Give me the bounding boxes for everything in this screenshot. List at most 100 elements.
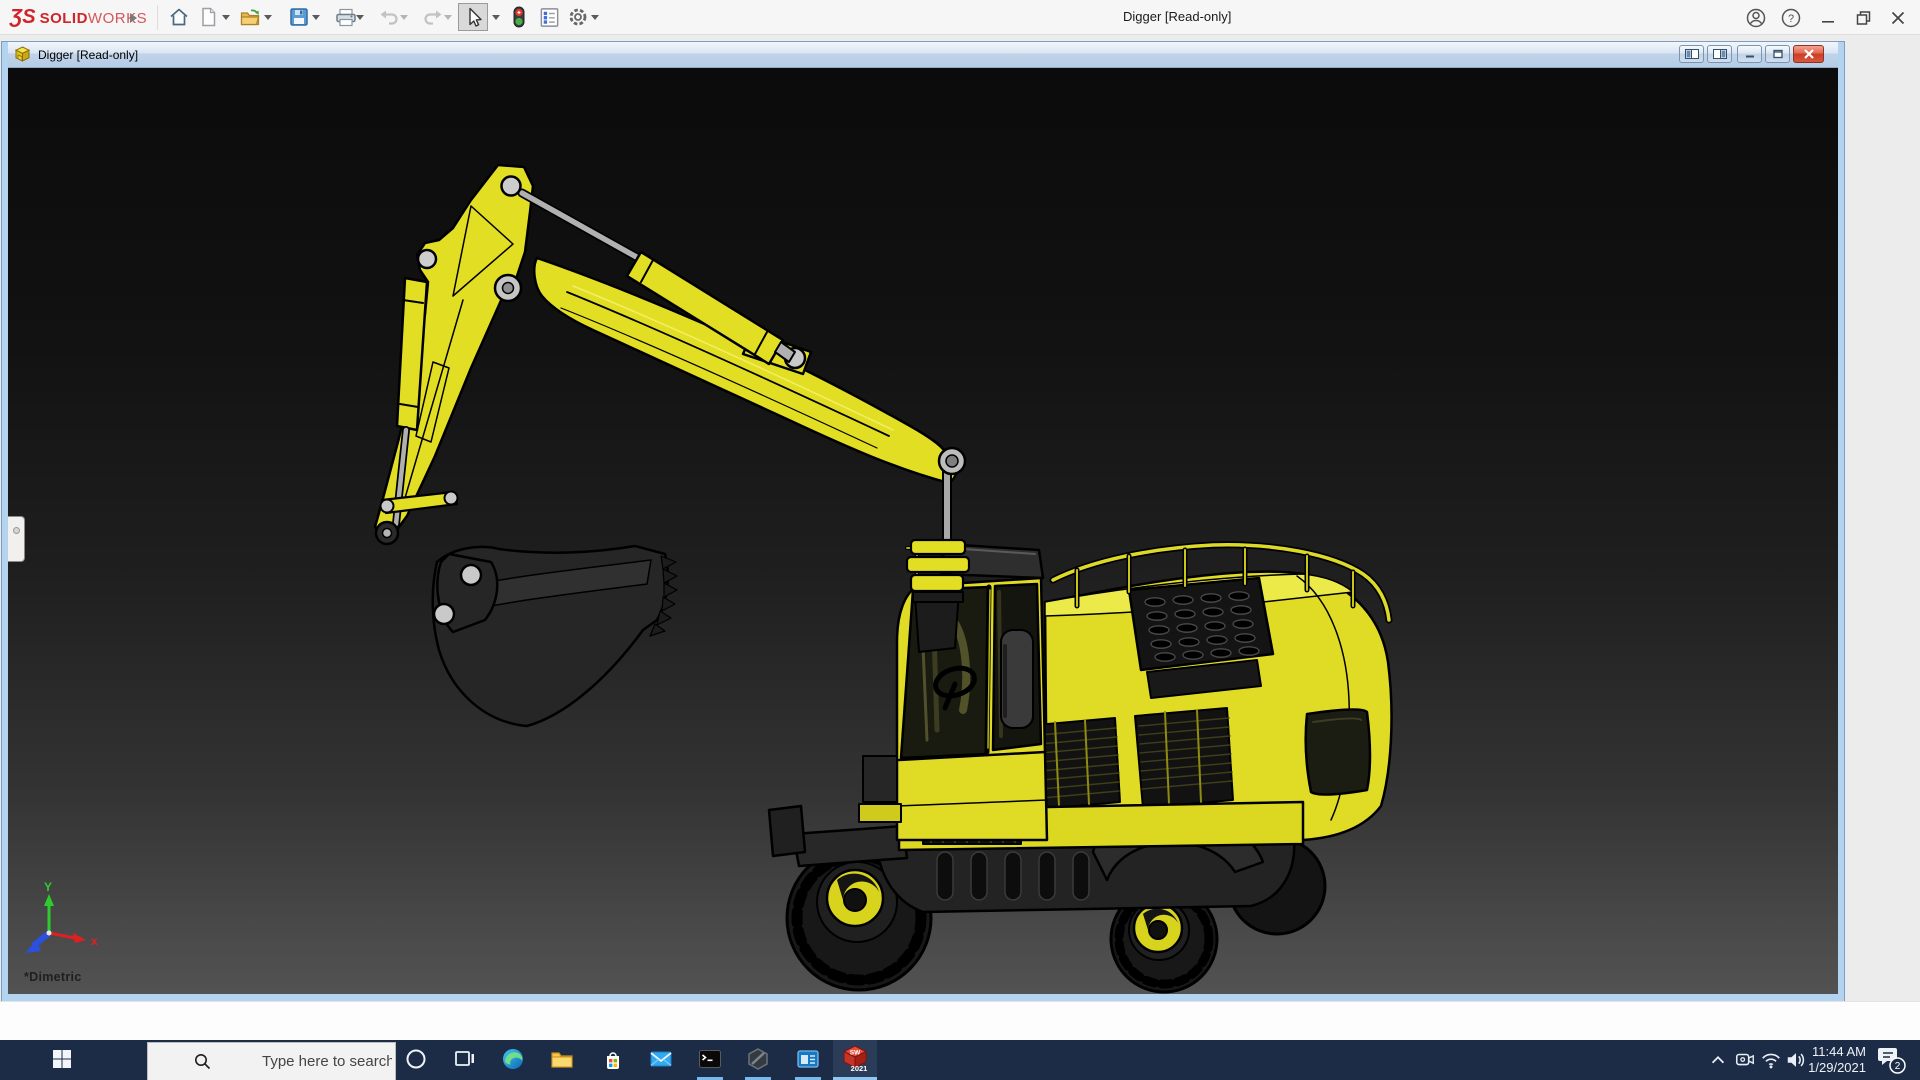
- file-explorer-button[interactable]: [540, 1040, 584, 1077]
- document-titlebar[interactable]: Digger [Read-only]: [8, 42, 1838, 68]
- close-button[interactable]: [1886, 6, 1910, 30]
- pane-left-button[interactable]: [1679, 45, 1704, 63]
- options-button[interactable]: [565, 4, 591, 30]
- pane-right-button[interactable]: [1707, 45, 1732, 63]
- hexagon-badge-icon: [746, 1047, 770, 1071]
- redo-icon: [422, 6, 444, 28]
- select-tool-button[interactable]: [458, 3, 488, 31]
- camera-tray-icon: [1734, 1049, 1756, 1071]
- print-icon: [334, 6, 356, 28]
- assembly-document-icon: [14, 46, 31, 63]
- solidworks-taskbar-button[interactable]: SW 2021: [833, 1040, 877, 1077]
- taskbar-search[interactable]: [147, 1042, 396, 1080]
- svg-text:?: ?: [1788, 13, 1794, 25]
- print-dropdown[interactable]: [356, 15, 364, 24]
- wifi-icon: [1760, 1049, 1782, 1071]
- mail-button[interactable]: [639, 1040, 683, 1077]
- triad-y-label: Y: [44, 880, 52, 894]
- logo-flyout-arrow-icon[interactable]: [130, 13, 142, 23]
- gear-icon: [566, 5, 590, 29]
- rebuild-button[interactable]: [506, 4, 532, 30]
- app-title: Digger [Read-only]: [1123, 9, 1231, 24]
- home-button[interactable]: [166, 4, 192, 30]
- notification-badge: 2: [1895, 1061, 1901, 1072]
- tray-expand-button[interactable]: [1704, 1040, 1732, 1080]
- new-document-icon: [198, 6, 220, 28]
- pane-left-icon: [1685, 49, 1699, 59]
- graphics-area[interactable]: Y x *Dimetric: [8, 68, 1838, 994]
- terminal-icon: [698, 1047, 722, 1071]
- account-button[interactable]: [1744, 6, 1768, 30]
- minimize-button[interactable]: [1816, 6, 1840, 30]
- camera-tray-button[interactable]: [1731, 1040, 1759, 1080]
- toolbar-separator: [157, 5, 158, 30]
- edge-icon: [501, 1047, 525, 1071]
- mail-icon: [649, 1047, 673, 1071]
- notifications-button[interactable]: 2: [1874, 1040, 1908, 1080]
- document-window: Digger [Read-only]: [2, 42, 1844, 1001]
- svg-text:2021: 2021: [851, 1064, 868, 1072]
- notifications-icon: 2: [1876, 1045, 1906, 1075]
- doc-close-icon: [1803, 49, 1815, 59]
- view-orientation-label: *Dimetric: [24, 970, 82, 984]
- orientation-triad[interactable]: Y x: [25, 880, 98, 953]
- select-arrow-icon: [461, 5, 485, 29]
- windows-logo-icon: [52, 1049, 72, 1069]
- solidworks-logo-glyph: ƷS: [10, 6, 36, 29]
- print-button[interactable]: [332, 4, 358, 30]
- select-tool-dropdown[interactable]: [492, 15, 500, 24]
- help-button[interactable]: ?: [1779, 6, 1803, 30]
- search-input[interactable]: [262, 1053, 392, 1070]
- minimize-icon: [1817, 7, 1839, 29]
- file-properties-icon: [538, 6, 561, 29]
- clock[interactable]: 11:44 AM 1/29/2021: [1786, 1044, 1866, 1076]
- excavator-model[interactable]: [375, 165, 1392, 992]
- terminal-button[interactable]: [688, 1040, 732, 1077]
- home-icon: [168, 6, 190, 28]
- save-dropdown[interactable]: [312, 15, 320, 24]
- panel-tab-handle-icon: [13, 527, 20, 534]
- options-dropdown[interactable]: [591, 15, 599, 24]
- undo-dropdown[interactable]: [400, 15, 408, 24]
- store-icon: [601, 1047, 625, 1071]
- new-document-button[interactable]: [196, 4, 222, 30]
- doc-restore-button[interactable]: [1765, 45, 1790, 63]
- triad-x-label: x: [91, 934, 98, 948]
- file-properties-button[interactable]: [536, 4, 562, 30]
- open-button[interactable]: [237, 4, 263, 30]
- redo-button[interactable]: [420, 4, 446, 30]
- edge-button[interactable]: [491, 1040, 535, 1077]
- undo-button[interactable]: [376, 4, 402, 30]
- solidworks-logo: ƷS SOLID WORKS: [10, 6, 147, 29]
- doc-minimize-icon: [1743, 49, 1757, 59]
- start-button[interactable]: [40, 1040, 84, 1077]
- doc-close-button[interactable]: [1793, 45, 1824, 63]
- open-folder-icon: [239, 6, 261, 28]
- close-icon: [1887, 7, 1909, 29]
- restore-button[interactable]: [1851, 6, 1875, 30]
- search-icon: [194, 1053, 211, 1070]
- redo-dropdown[interactable]: [444, 15, 452, 24]
- save-button[interactable]: [286, 4, 312, 30]
- hexagon-app-button[interactable]: [736, 1040, 780, 1077]
- store-button[interactable]: [591, 1040, 635, 1077]
- undo-icon: [378, 6, 400, 28]
- blue-window-app-button[interactable]: [786, 1040, 830, 1077]
- task-view-button[interactable]: [442, 1040, 486, 1077]
- wifi-tray-button[interactable]: [1757, 1040, 1785, 1080]
- screen: ƷS SOLID WORKS: [0, 0, 1920, 1080]
- feature-panel-collapsed-tab[interactable]: [8, 516, 25, 562]
- svg-text:SW: SW: [850, 1050, 861, 1057]
- app-titlebar[interactable]: ƷS SOLID WORKS: [0, 0, 1920, 35]
- new-document-dropdown[interactable]: [222, 15, 230, 24]
- doc-minimize-button[interactable]: [1737, 45, 1762, 63]
- document-title: Digger [Read-only]: [38, 48, 138, 62]
- help-icon: ?: [1780, 7, 1802, 29]
- status-bar: [0, 1001, 1920, 1040]
- save-icon: [288, 6, 310, 28]
- taskbar: SW 2021 11:44 AM 1/29/2021 2: [0, 1040, 1920, 1080]
- cortana-button[interactable]: [394, 1040, 438, 1077]
- solidworks-app-icon: SW 2021: [841, 1045, 869, 1072]
- open-dropdown[interactable]: [264, 15, 272, 24]
- doc-restore-icon: [1771, 49, 1785, 59]
